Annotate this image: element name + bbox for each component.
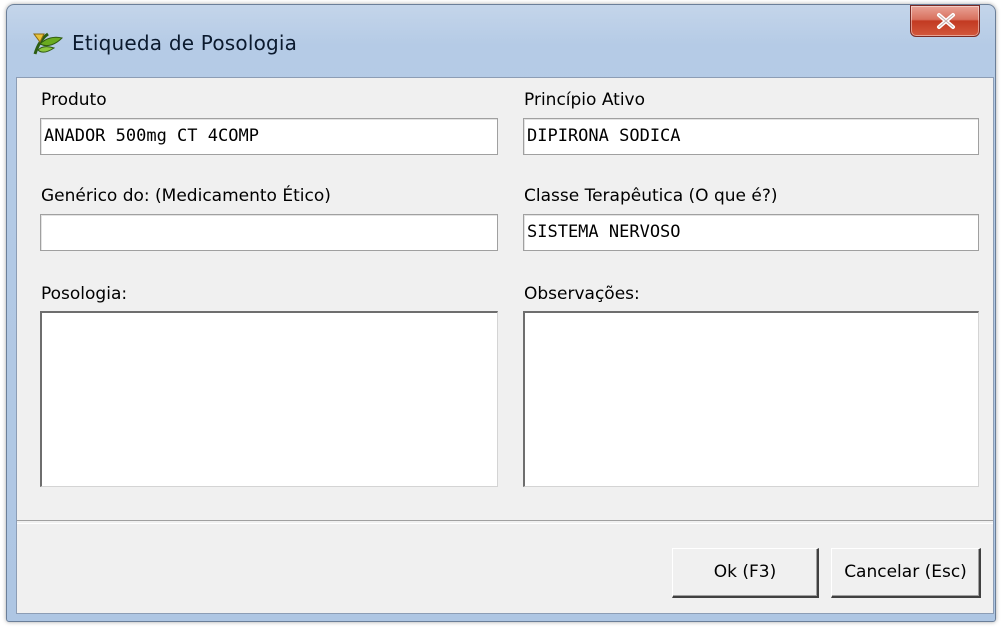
close-icon <box>937 13 955 29</box>
observacoes-label: Observações: <box>524 284 640 304</box>
classe-terapeutica-field[interactable]: SISTEMA NERVOSO <box>523 214 979 251</box>
dialog-client-area: Produto ANADOR 500mg CT 4COMP Princípio … <box>16 77 994 614</box>
observacoes-textarea[interactable] <box>523 311 979 487</box>
dialog-window: Etiqueda de Posologia Produto ANADOR 500… <box>0 0 1003 630</box>
classe-terapeutica-label: Classe Terapêutica (O que é?) <box>524 186 778 206</box>
ok-button[interactable]: Ok (F3) <box>672 548 819 598</box>
principio-ativo-field[interactable]: DIPIRONA SODICA <box>523 118 979 155</box>
divider <box>17 520 993 524</box>
posologia-textarea[interactable] <box>40 311 498 487</box>
produto-field[interactable]: ANADOR 500mg CT 4COMP <box>40 118 498 155</box>
principio-ativo-label: Princípio Ativo <box>524 90 646 110</box>
produto-label: Produto <box>41 90 107 110</box>
title-bar[interactable]: Etiqueda de Posologia <box>6 4 996 80</box>
window-title: Etiqueda de Posologia <box>72 31 298 55</box>
leaf-app-icon <box>32 30 64 58</box>
posologia-label: Posologia: <box>41 284 128 304</box>
cancel-button[interactable]: Cancelar (Esc) <box>831 548 981 598</box>
close-button[interactable] <box>910 5 980 37</box>
generico-field[interactable] <box>40 214 498 251</box>
generico-label: Genérico do: (Medicamento Ético) <box>41 186 331 206</box>
